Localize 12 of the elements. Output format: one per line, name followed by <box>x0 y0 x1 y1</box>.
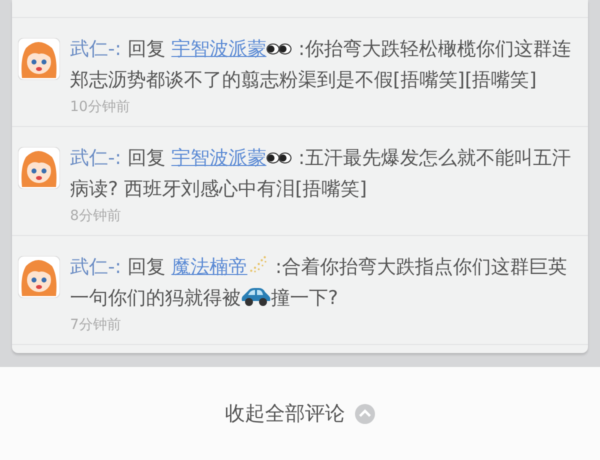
timestamp: 7分钟前 <box>70 316 121 334</box>
car-icon <box>241 287 271 307</box>
timestamp: 8分钟前 <box>70 207 121 225</box>
collapse-comments-button[interactable]: 收起全部评论 <box>221 396 379 431</box>
avatar-icon <box>18 147 60 189</box>
eyes-icon <box>266 152 292 164</box>
avatar-icon <box>18 256 60 298</box>
eyes-icon <box>266 43 292 55</box>
avatar-icon <box>18 38 60 80</box>
sparkle-icon <box>247 255 270 273</box>
timestamp: 10分钟前 <box>70 98 130 116</box>
chevron-up-icon <box>355 404 375 424</box>
